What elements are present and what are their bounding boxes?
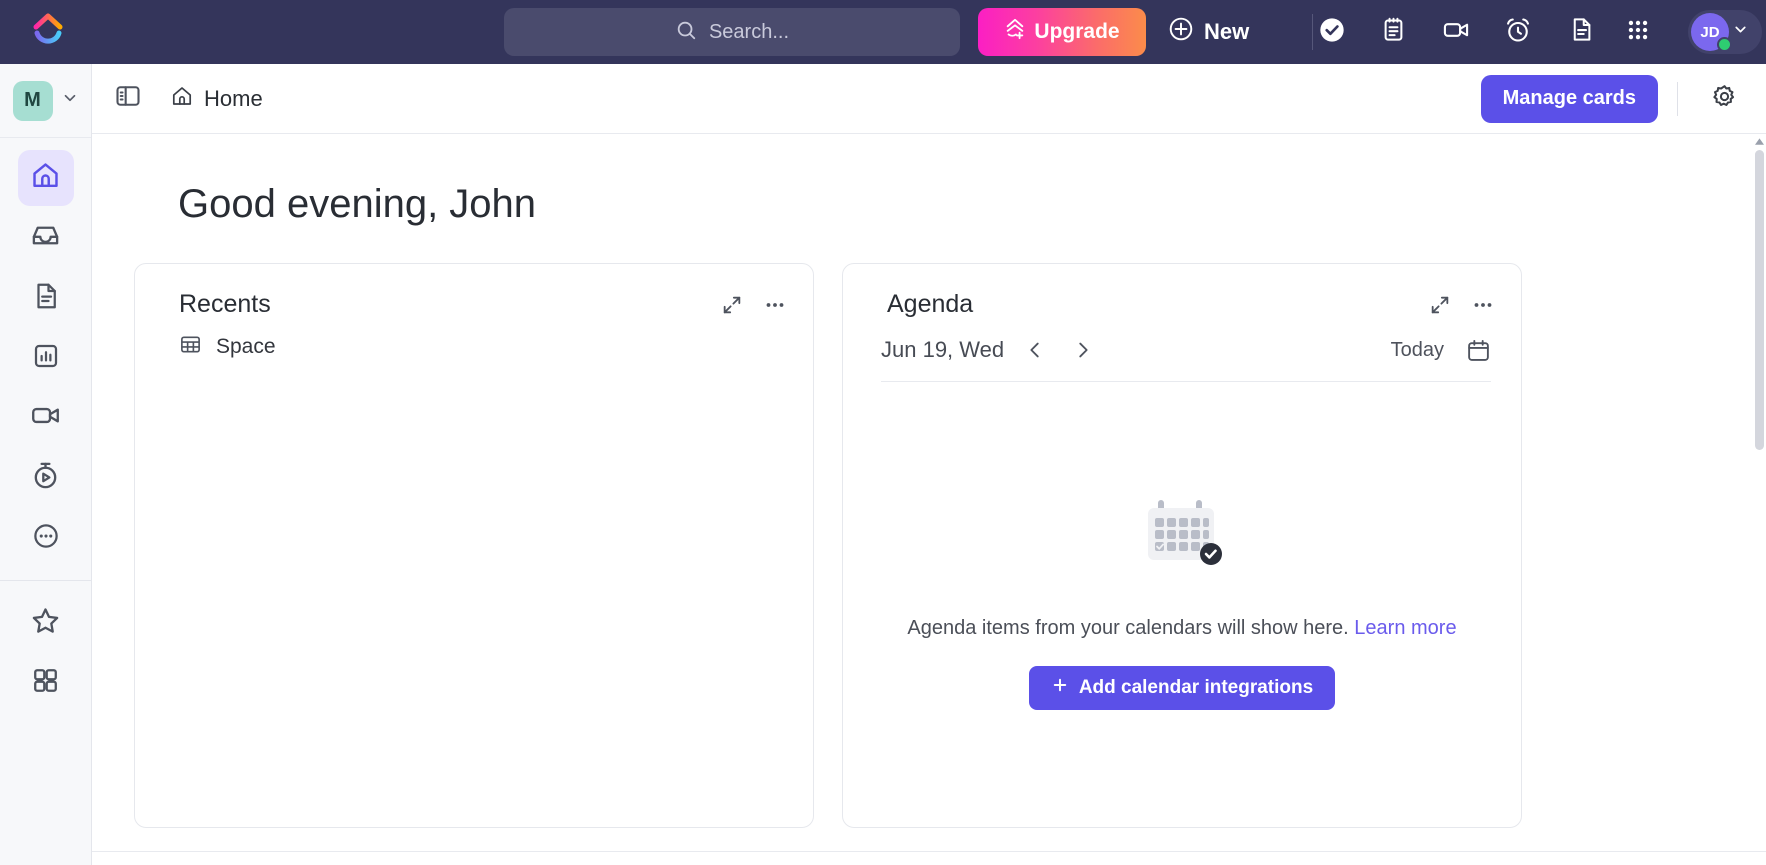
sidebar-item-clips[interactable] (18, 390, 74, 446)
calendar-icon[interactable] (1466, 338, 1491, 363)
expand-arrows-icon[interactable] (1429, 294, 1451, 316)
reminders-button[interactable] (1502, 16, 1534, 48)
avatar: JD (1691, 13, 1732, 52)
top-navigation-bar: Search... Upgrade New JD (0, 0, 1766, 64)
workspace-avatar: M (12, 80, 53, 121)
ellipsis-icon[interactable] (1471, 293, 1495, 317)
chevron-down-icon (1732, 21, 1749, 43)
agenda-date-nav: Jun 19, Wed Today (881, 333, 1491, 382)
spaces-grid-icon (31, 666, 60, 700)
notepad-button[interactable] (1377, 16, 1409, 48)
ellipsis-icon[interactable] (763, 293, 787, 317)
add-calendar-integrations-button[interactable]: Add calendar integrations (1028, 666, 1336, 710)
clips-icon (30, 400, 61, 436)
recents-card-actions (721, 293, 787, 317)
toolbar-divider (1312, 14, 1313, 50)
search-input[interactable]: Search... (504, 8, 960, 56)
plus-circle-icon (1168, 16, 1194, 48)
header-divider (1677, 81, 1678, 116)
clickup-logo-icon (31, 13, 65, 52)
left-sidebar-rail: M (0, 64, 92, 865)
task-check-icon (1318, 16, 1346, 49)
content-bottom-edge (92, 851, 1766, 865)
cards-container: Recents Space Agenda Jun 19, Wed Today A… (134, 263, 1754, 828)
dashboards-icon (31, 341, 61, 376)
new-label: New (1204, 19, 1250, 44)
apps-grid-icon (1625, 17, 1651, 48)
upgrade-label: Upgrade (1034, 20, 1120, 43)
sidebar-item-inbox[interactable] (18, 210, 74, 266)
calendar-check-illustration (1134, 492, 1230, 581)
scrollbar-thumb[interactable] (1754, 150, 1764, 450)
online-status-dot (1717, 37, 1732, 52)
tasks-check-button[interactable] (1316, 16, 1348, 48)
rail-divider (0, 580, 92, 581)
recents-card-header: Recents (135, 264, 813, 319)
sidebar-item-timesheets[interactable] (18, 450, 74, 506)
user-menu[interactable]: JD (1688, 10, 1762, 54)
table-grid-icon (179, 333, 202, 361)
alarm-clock-icon (1504, 16, 1532, 49)
agenda-empty-state: Agenda items from your calendars will sh… (843, 492, 1521, 710)
agenda-empty-text: Agenda items from your calendars will sh… (907, 617, 1456, 640)
today-button[interactable]: Today (1391, 339, 1444, 362)
sidebar-item-more[interactable] (18, 510, 74, 566)
upgrade-rocket-icon (1004, 18, 1026, 46)
workspace-switcher[interactable]: M (0, 64, 91, 138)
add-calendar-label: Add calendar integrations (1078, 677, 1314, 698)
sidebar-item-docs[interactable] (18, 270, 74, 326)
document-icon (1568, 16, 1595, 48)
apps-grid-button[interactable] (1622, 16, 1654, 48)
inbox-icon (30, 220, 61, 256)
main-content: Good evening, John Recents Space Agenda … (92, 134, 1754, 865)
chevron-right-icon[interactable] (1066, 333, 1100, 367)
clip-recorder-button[interactable] (1440, 16, 1472, 48)
sidebar-item-dashboards[interactable] (18, 330, 74, 386)
new-button[interactable]: New (1168, 8, 1249, 56)
video-camera-icon (1442, 16, 1470, 49)
upgrade-button[interactable]: Upgrade (978, 8, 1146, 56)
sidebar-item-home[interactable] (17, 150, 74, 206)
avatar-initials: JD (1700, 23, 1720, 41)
timesheets-icon (30, 460, 61, 496)
docs-button[interactable] (1565, 16, 1597, 48)
workspace-initial: M (24, 89, 41, 111)
docs-icon (31, 281, 61, 316)
clickup-logo[interactable] (0, 0, 96, 64)
manage-cards-button[interactable]: Manage cards (1480, 74, 1658, 123)
list-item[interactable]: Space (135, 319, 813, 361)
page-title: Good evening, John (178, 182, 537, 226)
sidebar-item-spaces[interactable] (18, 655, 74, 711)
search-icon (675, 19, 697, 46)
recents-card: Recents Space (134, 263, 814, 828)
breadcrumb-label: Home (204, 85, 263, 111)
search-placeholder: Search... (708, 20, 790, 43)
agenda-date-label: Jun 19, Wed (881, 337, 1005, 362)
gear-icon[interactable] (1711, 83, 1738, 115)
home-icon (30, 160, 61, 196)
agenda-card: Agenda Jun 19, Wed Today Agenda items fr… (842, 263, 1522, 828)
sidebar-item-favorites[interactable] (18, 595, 74, 651)
notepad-icon (1380, 16, 1407, 48)
page-header: Home Manage cards (92, 64, 1766, 134)
agenda-title: Agenda (887, 290, 974, 318)
star-icon (30, 605, 61, 641)
more-dots-icon (31, 521, 61, 556)
chevron-down-icon (61, 89, 79, 112)
agenda-empty-message: Agenda items from your calendars will sh… (907, 617, 1349, 639)
expand-arrows-icon[interactable] (721, 294, 743, 316)
breadcrumb[interactable]: Home (170, 84, 263, 113)
agenda-card-header: Agenda (843, 264, 1521, 319)
scroll-up-arrow-icon[interactable] (1752, 134, 1766, 150)
vertical-scrollbar[interactable] (1752, 134, 1766, 865)
chevron-left-icon[interactable] (1018, 333, 1052, 367)
plus-icon (1051, 676, 1069, 700)
sidebar-toggle-icon[interactable] (114, 82, 142, 115)
recents-title: Recents (179, 290, 271, 318)
home-icon (170, 84, 194, 113)
learn-more-link[interactable]: Learn more (1354, 617, 1456, 639)
agenda-card-actions (1429, 293, 1495, 317)
list-item-label: Space (216, 335, 276, 358)
